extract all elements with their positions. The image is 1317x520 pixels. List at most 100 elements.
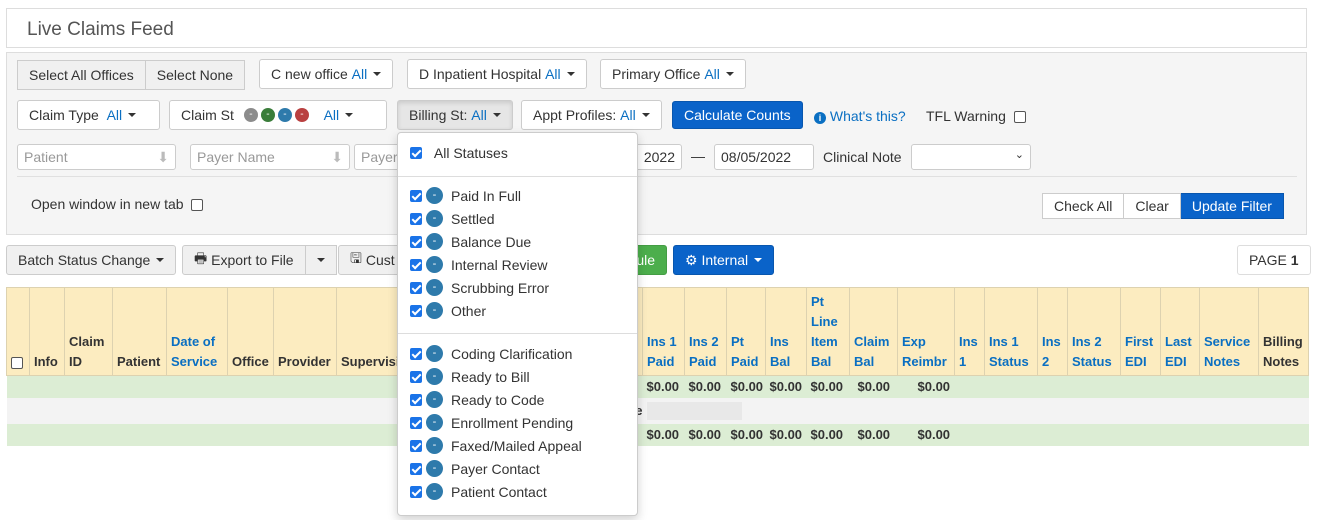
all-statuses-option[interactable]: All Statuses [410,145,508,161]
checkbox[interactable] [410,347,422,360]
col-exp-reimbr[interactable]: Exp Reimbr [897,287,955,376]
select-all-offices-button[interactable]: Select All Offices [17,60,146,90]
checkbox[interactable] [410,304,422,317]
col-ins2-paid[interactable]: Ins 2 Paid [684,287,727,376]
arrow-down-icon: ⬇ [157,149,169,165]
batch-status-change-button[interactable]: Batch Status Change [6,245,177,275]
save-icon: 🖫 [350,250,362,266]
option-label: Faxed/Mailed Appeal [451,437,582,454]
col-info: Info [29,287,65,376]
export-to-file-button[interactable]: 🖶 Export to File [182,245,306,275]
checkbox[interactable] [410,212,422,225]
chevron-down-icon: ⌄ [1014,149,1024,161]
office-filter-primary[interactable]: Primary Office All [600,59,746,89]
checkbox[interactable] [410,189,422,202]
col-provider: Provider [273,287,337,376]
status-dot-gray: - [243,108,258,122]
appt-profiles-filter[interactable]: Appt Profiles: All [521,100,662,130]
whats-this-link[interactable]: i What's this? [814,108,906,124]
col-pt-line-item-bal[interactable]: Pt Line Item Bal [806,287,850,376]
status-option[interactable]: - Payer Contact [410,460,540,477]
status-option[interactable]: - Balance Due [410,233,531,250]
col-claim-bal[interactable]: Claim Bal [849,287,898,376]
caret-down-icon [492,113,501,117]
col-last-edi[interactable]: Last EDI [1160,287,1200,376]
status-dot: - [426,414,443,431]
status-option[interactable]: - Patient Contact [410,483,547,500]
office-filter-d-inpatient[interactable]: D Inpatient Hospital All [407,59,587,89]
placeholder: Patient [24,149,68,165]
col-pt-paid[interactable]: Pt Paid [726,287,766,376]
checkbox[interactable] [410,485,422,498]
checkbox[interactable] [410,235,422,248]
caret-down-icon [754,258,763,262]
checkbox[interactable] [410,281,422,294]
value: All [323,107,340,123]
claim-type-filter[interactable]: Claim Type All [17,100,160,130]
col-ins2[interactable]: Ins 2 [1037,287,1068,376]
cell: $0.00 [897,375,955,398]
checkbox[interactable] [410,147,422,159]
tfl-warning-checkbox[interactable] [1013,111,1026,124]
option-label: All Statuses [433,145,508,161]
billing-status-filter[interactable]: Billing St: All [397,100,513,130]
patient-input[interactable]: Patient ⬇ [17,144,176,170]
checkbox[interactable] [410,439,422,452]
status-option[interactable]: - Scrubbing Error [410,279,549,296]
clinical-note-select[interactable]: ⌄ [911,144,1031,170]
internal-button[interactable]: ⚙ Internal [673,245,775,275]
col-ins1[interactable]: Ins 1 [954,287,985,376]
office-filter-c-new-office[interactable]: C new office All [259,59,394,89]
divider [398,333,637,334]
status-option[interactable]: - Paid In Full [410,187,521,204]
date-to-input[interactable]: 08/05/2022 [714,144,814,170]
status-option[interactable]: - Enrollment Pending [410,414,573,431]
checkbox[interactable] [410,462,422,475]
checkbox[interactable] [410,416,422,429]
col-ins1-paid[interactable]: Ins 1 Paid [642,287,685,376]
col-date-of-service[interactable]: Date of Service [166,287,228,376]
claim-status-filter[interactable]: Claim St ---- All [169,100,387,130]
open-new-tab-checkbox[interactable] [191,199,204,212]
status-option[interactable]: - Faxed/Mailed Appeal [410,437,582,454]
status-option[interactable]: - Ready to Code [410,391,544,408]
label: Export to File [211,252,294,268]
checkbox[interactable] [410,370,422,383]
table-header-row: Info Claim ID Patient Date of Service Of… [6,287,1309,376]
export-dropdown-toggle[interactable] [305,245,337,275]
status-dot: - [426,233,443,250]
col-supervising-provider: Supervising Provider [336,287,401,376]
status-option[interactable]: - Ready to Bill [410,368,530,385]
status-dot: - [426,368,443,385]
office-label: Primary Office [612,66,701,82]
status-option[interactable]: - Settled [410,210,495,227]
caret-down-icon [156,258,165,262]
page-number: 1 [1290,252,1299,268]
select-all-checkbox[interactable] [11,356,23,369]
clinical-note-label: Clinical Note [823,149,902,165]
checkbox[interactable] [410,258,422,271]
page-title: Live Claims Feed [6,8,1307,48]
checkbox[interactable] [410,393,422,406]
col-first-edi[interactable]: First EDI [1120,287,1161,376]
col-ins2-status[interactable]: Ins 2 Status [1067,287,1121,376]
caret-down-icon [345,113,354,117]
status-option[interactable]: - Other [410,302,486,319]
clear-button[interactable]: Clear [1124,193,1181,219]
update-filter-button[interactable]: Update Filter [1180,193,1284,219]
status-dot-blue: - [277,108,292,122]
caret-down-icon [641,113,650,117]
col-ins-bal[interactable]: Ins Bal [765,287,807,376]
col-service-notes[interactable]: Service Notes [1199,287,1259,376]
label: Internal [701,252,749,268]
office-value: All [545,66,561,82]
cell: $0.00 [726,375,766,398]
payer-name-input[interactable]: Payer Name ⬇ [190,144,350,170]
check-all-button[interactable]: Check All [1042,193,1125,219]
status-option[interactable]: - Internal Review [410,256,548,273]
col-ins1-status[interactable]: Ins 1 Status [984,287,1038,376]
cell: $0.00 [806,375,850,398]
status-option[interactable]: - Coding Clarification [410,345,572,362]
select-none-button[interactable]: Select None [145,60,246,90]
calculate-counts-button[interactable]: Calculate Counts [672,101,803,129]
